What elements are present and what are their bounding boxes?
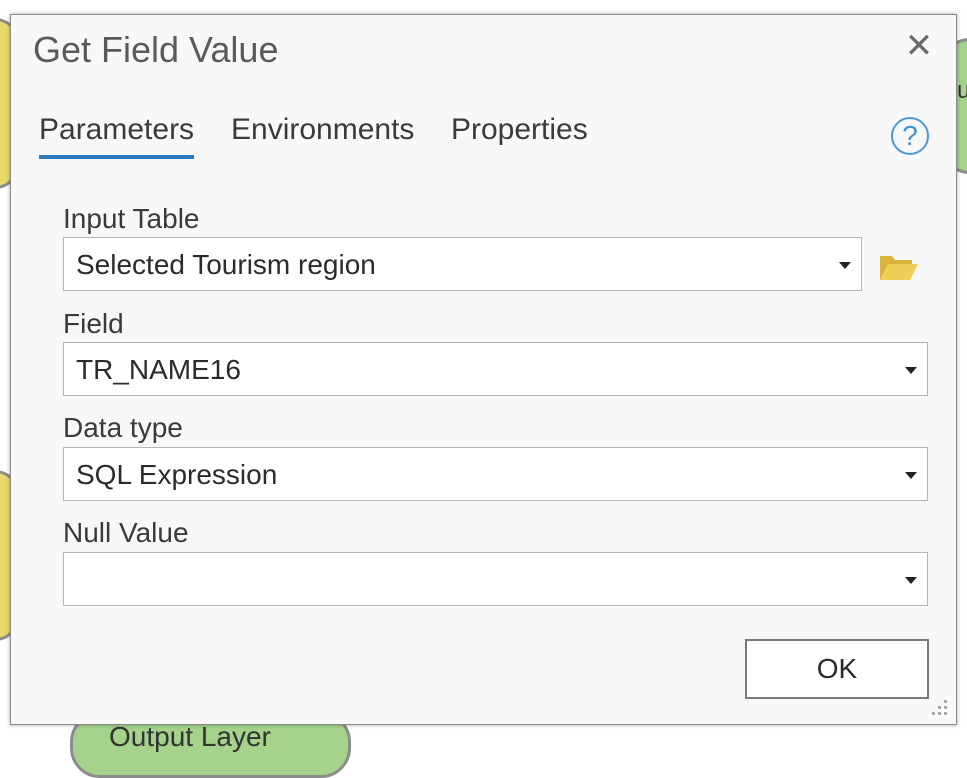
chevron-down-icon (905, 367, 917, 374)
tab-environments[interactable]: Environments (231, 113, 414, 155)
input-table-dropdown[interactable]: Selected Tourism region (63, 237, 862, 291)
data-type-value: SQL Expression (76, 459, 278, 490)
field-value: TR_NAME16 (76, 354, 241, 385)
chevron-down-icon (905, 577, 917, 584)
data-type-label: Data type (63, 412, 183, 443)
model-node-label: u (957, 77, 967, 104)
chevron-down-icon (839, 262, 851, 269)
resize-grip-icon[interactable] (928, 696, 950, 718)
ok-button[interactable]: OK (745, 639, 929, 699)
close-icon[interactable]: ✕ (902, 29, 936, 63)
folder-open-icon[interactable] (879, 252, 919, 282)
data-type-dropdown[interactable]: SQL Expression (63, 447, 928, 501)
field-dropdown[interactable]: TR_NAME16 (63, 342, 928, 396)
dialog-title: Get Field Value (33, 29, 279, 70)
null-value-label: Null Value (63, 517, 189, 548)
chevron-down-icon (905, 472, 917, 479)
tab-properties[interactable]: Properties (451, 113, 588, 155)
field-label: Field (63, 308, 124, 339)
input-table-label: Input Table (63, 203, 200, 234)
input-table-value: Selected Tourism region (76, 249, 376, 280)
null-value-dropdown[interactable] (63, 552, 928, 606)
model-node-label: Output Layer (109, 721, 271, 752)
tab-parameters[interactable]: Parameters (39, 113, 195, 159)
help-icon[interactable]: ? (891, 117, 929, 155)
get-field-value-dialog: Get Field Value ✕ Parameters Environment… (10, 14, 957, 725)
